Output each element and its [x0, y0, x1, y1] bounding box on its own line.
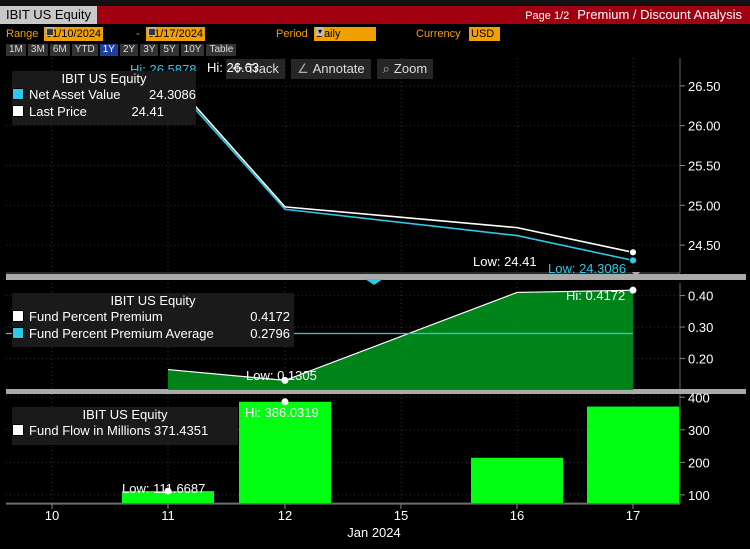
- premium-high-point: [629, 286, 637, 294]
- legend-swatch: [12, 310, 24, 322]
- legend-swatch: [12, 105, 24, 117]
- x-tick-label: 12: [278, 508, 292, 523]
- flow-low-label: Low: 111.6687: [122, 481, 205, 496]
- flow-hi-label: Hi: 386.0319: [245, 405, 319, 420]
- legend-swatch: [12, 424, 24, 436]
- legend-label: Last Price: [29, 104, 87, 119]
- legend-title: IBIT US Equity: [61, 71, 147, 86]
- x-tick-label: 10: [45, 508, 59, 523]
- legend-premium-panel[interactable]: IBIT US Equity Fund Percent Premium 0.417…: [12, 293, 294, 347]
- legend-item-premium-average[interactable]: Fund Percent Premium Average 0.2796: [12, 326, 294, 343]
- flow-bar: [471, 457, 563, 503]
- y-tick-label: 0.30: [688, 320, 713, 335]
- legend-value: 24.3086: [149, 87, 196, 102]
- legend-label: Fund Flow in Millions: [29, 423, 151, 438]
- legend-label: Fund Percent Premium Average: [29, 326, 214, 341]
- y-tick-label: 400: [688, 390, 710, 405]
- legend-item-premium[interactable]: Fund Percent Premium 0.4172: [12, 309, 294, 326]
- legend-title: IBIT US Equity: [82, 407, 168, 422]
- legend-swatch: [12, 88, 24, 100]
- legend-value: 371.4351: [154, 423, 209, 438]
- x-tick-label: 17: [626, 508, 640, 523]
- x-tick-label: 16: [510, 508, 524, 523]
- y-tick-label: 100: [688, 488, 710, 503]
- y-tick-label: 24.50: [688, 238, 721, 253]
- flow-bar: [587, 406, 679, 503]
- legend-title: IBIT US Equity: [110, 293, 196, 308]
- premium-low-label: Low: 0.1305: [246, 368, 317, 383]
- legend-price-panel[interactable]: IBIT US Equity Net Asset Value 24.3086 La…: [12, 71, 196, 125]
- legend-value: 0.2796: [250, 326, 290, 341]
- legend-label: Fund Percent Premium: [29, 309, 163, 324]
- last-price-point: [629, 248, 637, 257]
- legend-flow-panel[interactable]: IBIT US Equity Fund Flow in Millions 371…: [12, 407, 238, 445]
- y-tick-label: 26.00: [688, 119, 721, 134]
- y-tick-label: 0.40: [688, 289, 713, 304]
- low-nav-label: Low: 24.3086: [548, 261, 626, 276]
- y-tick-label: 25.50: [688, 159, 721, 174]
- x-tick-label: 15: [394, 508, 408, 523]
- legend-value: 0.4172: [250, 309, 290, 324]
- legend-item-fund-flow[interactable]: Fund Flow in Millions 371.4351: [12, 423, 238, 440]
- x-axis-label: Jan 2024: [347, 525, 401, 540]
- low-last-label: Low: 24.41: [473, 254, 537, 269]
- y-tick-label: 200: [688, 455, 710, 470]
- nav-point: [629, 256, 637, 265]
- y-tick-label: 0.20: [688, 352, 713, 367]
- legend-swatch: [12, 327, 24, 339]
- y-tick-label: 25.00: [688, 198, 721, 213]
- legend-value: 24.41: [131, 104, 164, 119]
- legend-item-nav[interactable]: Net Asset Value 24.3086: [12, 87, 196, 104]
- panel-resize-handle: [365, 279, 383, 285]
- y-tick-label: 300: [688, 423, 710, 438]
- legend-item-last-price[interactable]: Last Price 24.41: [12, 104, 196, 121]
- hi-last-label: Hi: 26.63: [207, 60, 259, 75]
- premium-hi-label: Hi: 0.4172: [566, 288, 625, 303]
- x-tick-label: 11: [161, 508, 175, 523]
- legend-label: Net Asset Value: [29, 87, 121, 102]
- y-tick-label: 26.50: [688, 79, 721, 94]
